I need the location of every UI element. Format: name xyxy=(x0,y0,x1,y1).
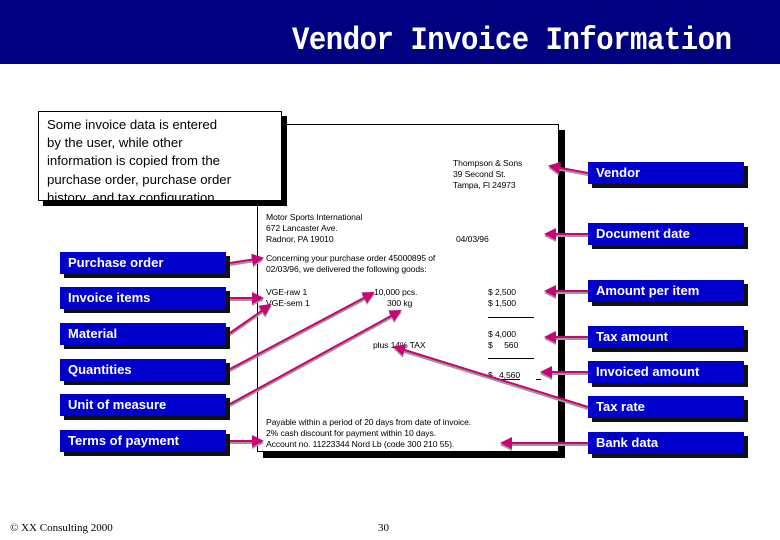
item-quantity: 10,000 pcs. xyxy=(374,287,418,297)
page-title: Vendor Invoice Information xyxy=(292,22,732,59)
page-number: 30 xyxy=(378,522,389,534)
item-material: VGE-sem 1 xyxy=(266,298,310,308)
intro-line: 02/03/96, we delivered the following goo… xyxy=(266,264,427,274)
invoice-document: Thompson & Sons 39 Second St. Tampa, Fl … xyxy=(257,124,559,452)
item-amount: $ 1,500 xyxy=(488,298,516,308)
item-quantity: 300 kg xyxy=(387,298,413,308)
copyright-notice: © XX Consulting 2000 xyxy=(10,522,113,534)
vendor-city: Tampa, Fl 24973 xyxy=(453,180,516,190)
callout-line: information is copied from the xyxy=(47,153,220,169)
customer-street: 672 Lancaster Ave. xyxy=(266,223,338,233)
label-material: Material xyxy=(60,323,226,345)
total-amount: 4,560 xyxy=(499,370,521,380)
callout-line: Some invoice data is entered xyxy=(47,117,218,132)
label-invoiced-amount: Invoiced amount xyxy=(588,361,744,383)
explanation-callout: Some invoice data is entered by the user… xyxy=(38,111,282,205)
label-tax-rate: Tax rate xyxy=(588,396,744,418)
customer-name: Motor Sports International xyxy=(266,212,363,222)
callout-line: by the user, while other xyxy=(47,135,183,151)
item-amount: $ 2,500 xyxy=(488,287,516,297)
label-amount-per-item: Amount per item xyxy=(588,280,744,302)
tax-amount: $ 560 xyxy=(488,340,519,350)
label-unit-of-measure: Unit of measure xyxy=(60,394,226,416)
vendor-name: Thompson & Sons xyxy=(453,158,523,168)
intro-line: Concerning your purchase order 45000895 … xyxy=(266,253,436,263)
title-banner: Vendor Invoice Information xyxy=(0,0,780,64)
customer-city: Radnor, PA 19010 xyxy=(266,234,334,244)
item-material: VGE-raw 1 xyxy=(266,287,308,297)
tax-label: plus 14% TAX xyxy=(373,340,426,350)
label-invoice-items: Invoice items xyxy=(60,287,226,309)
subtotal-rule xyxy=(488,317,534,318)
total-mark xyxy=(536,379,541,380)
bank-account-line: Account no. 11223344 Nord Lb (code 300 2… xyxy=(266,439,455,449)
label-tax-amount: Tax amount xyxy=(588,326,744,348)
label-quantities: Quantities xyxy=(60,359,226,381)
label-terms-of-payment: Terms of payment xyxy=(60,430,226,452)
total-rule xyxy=(488,358,534,359)
subtotal-amount: $ 4,000 xyxy=(488,329,516,339)
payment-terms-line: Payable within a period of 20 days from … xyxy=(266,417,472,427)
payment-terms-line: 2% cash discount for payment within 10 d… xyxy=(266,428,436,438)
callout-line: history, and tax configuration. xyxy=(47,189,219,205)
document-date: 04/03/96 xyxy=(456,234,489,244)
label-purchase-order: Purchase order xyxy=(60,252,226,274)
vendor-street: 39 Second St. xyxy=(453,169,506,179)
label-bank-data: Bank data xyxy=(588,432,744,454)
callout-line: purchase order, purchase order xyxy=(47,171,231,187)
label-vendor: Vendor xyxy=(588,162,744,184)
label-document-date: Document date xyxy=(588,223,744,245)
total-currency: $ xyxy=(488,370,493,380)
